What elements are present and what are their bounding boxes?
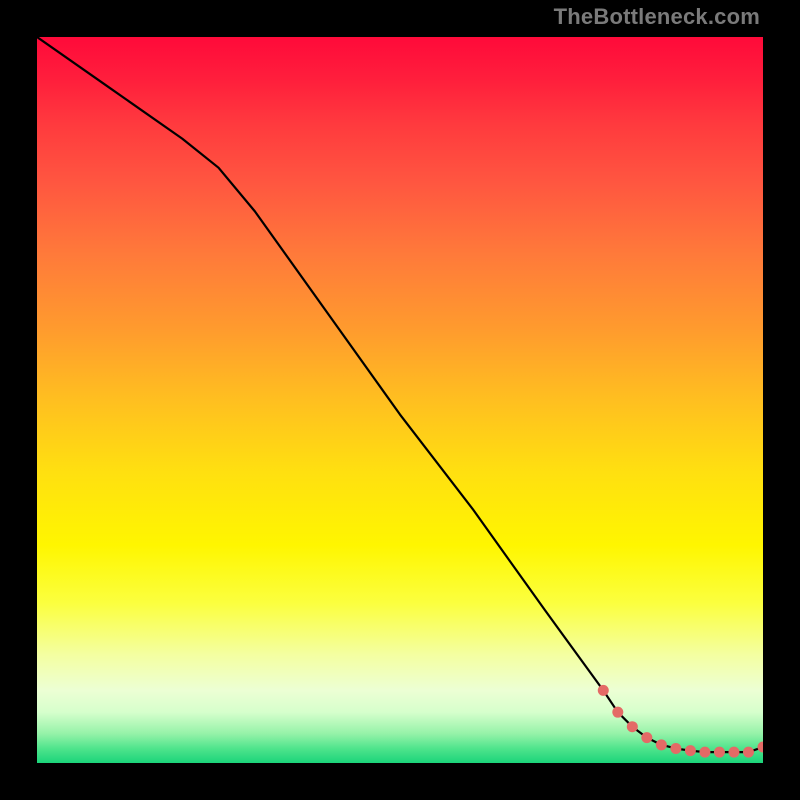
marker-point xyxy=(612,707,623,718)
marker-point xyxy=(627,721,638,732)
marker-point xyxy=(714,747,725,758)
chart-frame: TheBottleneck.com xyxy=(0,0,800,800)
highlighted-points xyxy=(598,685,763,758)
watermark-text: TheBottleneck.com xyxy=(554,4,760,30)
marker-point xyxy=(670,743,681,754)
marker-point xyxy=(641,732,652,743)
marker-point xyxy=(758,742,764,753)
plot-area xyxy=(37,37,763,763)
marker-point xyxy=(598,685,609,696)
marker-point xyxy=(656,739,667,750)
marker-point xyxy=(699,747,710,758)
marker-point xyxy=(743,747,754,758)
bottleneck-curve xyxy=(37,37,763,752)
marker-point xyxy=(728,747,739,758)
chart-svg xyxy=(37,37,763,763)
marker-point xyxy=(685,745,696,756)
